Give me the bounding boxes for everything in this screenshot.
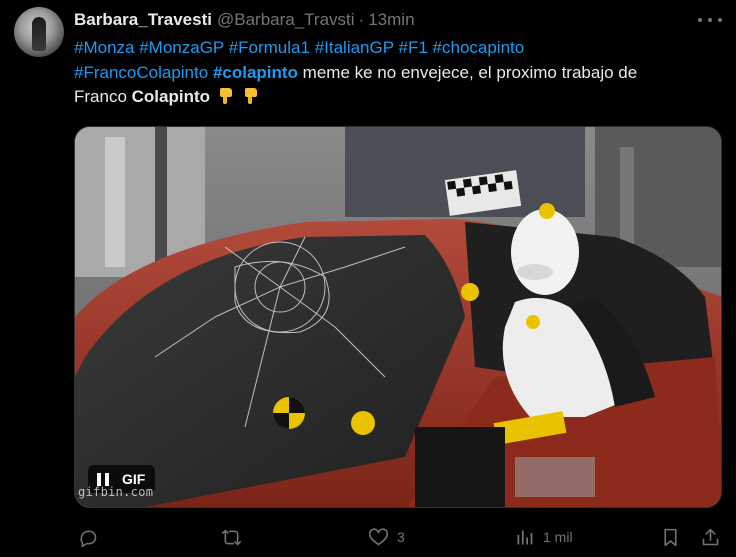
- views-count: 1 mil: [543, 529, 573, 545]
- retweet-button[interactable]: [221, 522, 250, 552]
- hashtag-link[interactable]: #ItalianGP: [315, 38, 394, 57]
- share-button[interactable]: [700, 522, 721, 552]
- like-button[interactable]: 3: [368, 522, 405, 552]
- gif-media[interactable]: [74, 126, 722, 508]
- reply-button[interactable]: [78, 522, 107, 552]
- more-options-icon[interactable]: [698, 10, 722, 30]
- hashtag-link[interactable]: #chocapinto: [433, 38, 525, 57]
- tweet-body-text: meme ke no envejece, el proximo trabajo …: [297, 62, 638, 82]
- hashtag-link[interactable]: #colapinto: [213, 63, 298, 82]
- pointing-down-emoji-icon: [244, 88, 257, 104]
- hashtag-link[interactable]: #FrancoColapinto: [74, 63, 208, 82]
- tweet: Barbara_Travesti @Barbara_Travsti · 13mi…: [0, 0, 736, 557]
- tweet-text: #Monza #MonzaGP #Formula1 #ItalianGP #F1…: [74, 36, 724, 110]
- tweet-body-text: Franco: [74, 87, 132, 106]
- share-icon: [702, 528, 719, 545]
- highlighted-name: Colapinto: [131, 87, 211, 106]
- like-count: 3: [397, 529, 405, 545]
- avatar[interactable]: [14, 7, 64, 57]
- separator: ·: [358, 10, 365, 29]
- gif-watermark: gifbin.com: [78, 485, 154, 499]
- pointing-down-emoji-icon: [219, 88, 232, 104]
- heart-icon: [368, 527, 389, 545]
- timestamp[interactable]: 13min: [368, 10, 414, 30]
- retweet-icon: [221, 529, 242, 545]
- bookmark-button[interactable]: [660, 522, 681, 552]
- tweet-actions: 3 1 mil: [0, 522, 736, 552]
- hashtag-link[interactable]: #Monza: [74, 38, 134, 57]
- hashtag-link[interactable]: #Formula1: [229, 38, 310, 57]
- reply-icon: [80, 530, 97, 548]
- views-button[interactable]: 1 mil: [514, 522, 573, 552]
- author-handle[interactable]: @Barbara_Travsti: [217, 10, 355, 30]
- crash-test-gif-image: [75, 127, 721, 507]
- hashtag-link[interactable]: #MonzaGP: [139, 38, 224, 57]
- hashtag-link[interactable]: #F1: [399, 38, 428, 57]
- author-name[interactable]: Barbara_Travesti: [74, 10, 212, 30]
- tweet-header: Barbara_Travesti @Barbara_Travsti · 13mi…: [74, 9, 415, 31]
- bookmark-icon: [664, 528, 677, 546]
- views-chart-icon: [517, 530, 533, 544]
